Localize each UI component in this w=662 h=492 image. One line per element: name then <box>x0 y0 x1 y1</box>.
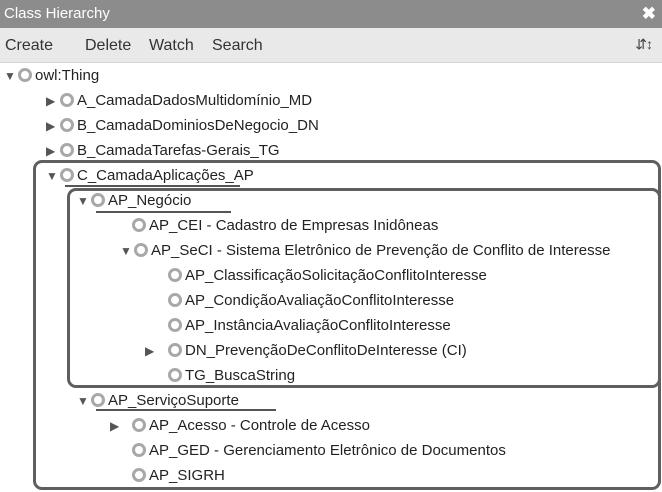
tree-node-ap-sigrh[interactable]: AP_SIGRH <box>132 464 225 488</box>
tree-node-tg-busca[interactable]: TG_BuscaString <box>168 364 295 388</box>
node-label[interactable]: DN_PrevençãoDeConflitoDeInteresse (CI) <box>185 342 467 359</box>
node-label[interactable]: AP_Negócio <box>108 192 191 209</box>
tree-node-ap-condicao[interactable]: AP_CondiçãoAvaliaçãoConflitoInteresse <box>168 289 454 313</box>
delete-button[interactable]: Delete <box>85 37 131 55</box>
expanded-arrow-icon[interactable]: ▼ <box>4 64 18 88</box>
node-label[interactable]: AP_ClassificaçãoSolicitaçãoConflitoInter… <box>185 267 487 284</box>
node-description: - Controle de Acesso <box>226 417 370 434</box>
class-circle-icon <box>60 117 74 132</box>
tree-node-owl-thing[interactable]: ▼ owl:Thing <box>4 64 99 88</box>
node-description: - Gerenciamento Eletrônico de Documentos <box>209 442 506 459</box>
tree-node-b-dominios[interactable]: ▶ B_CamadaDominiosDeNegocio_DN <box>46 114 319 138</box>
node-label[interactable]: AP_InstânciaAvaliaçãoConflitoInteresse <box>185 317 451 334</box>
close-icon[interactable]: ✖ <box>642 0 656 28</box>
collapsed-arrow-icon[interactable]: ▶ <box>145 339 168 363</box>
class-circle-icon <box>168 317 182 332</box>
node-label[interactable]: owl:Thing <box>35 67 99 84</box>
collapsed-arrow-icon[interactable]: ▶ <box>110 414 132 438</box>
node-label[interactable]: AP_SIGRH <box>149 467 225 484</box>
expanded-arrow-icon[interactable]: ▼ <box>77 189 91 213</box>
class-circle-icon <box>18 67 32 82</box>
tree-node-b-tarefas[interactable]: ▶ B_CamadaTarefas-Gerais_TG <box>46 139 280 163</box>
tree-node-a-camada[interactable]: ▶ A_CamadaDadosMultidomínio_MD <box>46 89 312 113</box>
node-label[interactable]: B_CamadaTarefas-Gerais_TG <box>77 142 280 159</box>
node-label[interactable]: AP_GED <box>149 442 210 459</box>
class-circle-icon <box>132 442 146 457</box>
node-label[interactable]: AP_CEI <box>149 217 202 234</box>
node-label[interactable]: AP_Acesso <box>149 417 227 434</box>
tree-node-ap-servico[interactable]: ▼ AP_ServiçoSuporte <box>77 389 239 413</box>
class-circle-icon <box>60 167 74 182</box>
node-label[interactable]: AP_ServiçoSuporte <box>108 392 239 409</box>
node-label[interactable]: C_CamadaAplicações_AP <box>77 167 254 184</box>
class-hierarchy-panel: Class Hierarchy ✖ Create Delete Watch Se… <box>0 0 662 492</box>
class-circle-icon <box>91 192 105 207</box>
class-circle-icon <box>60 142 74 157</box>
class-circle-icon <box>132 417 146 432</box>
expanded-arrow-icon[interactable]: ▼ <box>120 239 134 263</box>
node-label[interactable]: AP_CondiçãoAvaliaçãoConflitoInteresse <box>185 292 454 309</box>
watch-button[interactable]: Watch <box>149 37 194 55</box>
search-button[interactable]: Search <box>212 37 263 55</box>
create-button[interactable]: Create <box>5 37 53 55</box>
collapsed-arrow-icon[interactable]: ▶ <box>46 139 60 163</box>
tree-node-dn-prevencao[interactable]: ▶ DN_PrevençãoDeConflitoDeInteresse (CI) <box>145 339 467 363</box>
tree-node-ap-acesso[interactable]: ▶ AP_Acesso - Controle de Acesso <box>110 414 370 438</box>
title-bar: Class Hierarchy ✖ <box>0 0 662 28</box>
node-label[interactable]: TG_BuscaString <box>185 367 295 384</box>
toolbar: Create Delete Watch Search ⇵↕ <box>0 28 662 63</box>
tree-node-ap-seci[interactable]: ▼ AP_SeCI - Sistema Eletrônico de Prevenç… <box>120 239 610 263</box>
panel-title: Class Hierarchy <box>4 5 110 22</box>
expanded-arrow-icon[interactable]: ▼ <box>46 164 60 188</box>
tree-node-ap-negocio[interactable]: ▼ AP_Negócio <box>77 189 191 213</box>
tree-node-c-aplicacoes[interactable]: ▼ C_CamadaAplicações_AP <box>46 164 254 188</box>
collapsed-arrow-icon[interactable]: ▶ <box>46 89 60 113</box>
class-circle-icon <box>168 342 182 357</box>
class-circle-icon <box>132 217 146 232</box>
node-description: - Cadastro de Empresas Inidôneas <box>202 217 439 234</box>
collapsed-arrow-icon[interactable]: ▶ <box>46 114 60 138</box>
node-label[interactable]: AP_SeCI <box>151 242 213 259</box>
class-circle-icon <box>134 242 148 257</box>
tree-node-ap-instancia[interactable]: AP_InstânciaAvaliaçãoConflitoInteresse <box>168 314 451 338</box>
node-description: - Sistema Eletrônico de Prevenção de Con… <box>212 242 611 259</box>
class-circle-icon <box>168 292 182 307</box>
class-circle-icon <box>168 267 182 282</box>
sort-icon[interactable]: ⇵↕ <box>635 36 653 53</box>
node-label[interactable]: A_CamadaDadosMultidomínio_MD <box>77 92 312 109</box>
class-circle-icon <box>168 367 182 382</box>
node-label[interactable]: B_CamadaDominiosDeNegocio_DN <box>77 117 319 134</box>
expanded-arrow-icon[interactable]: ▼ <box>77 389 91 413</box>
class-circle-icon <box>91 392 105 407</box>
tree-node-ap-classificacao[interactable]: AP_ClassificaçãoSolicitaçãoConflitoInter… <box>168 264 487 288</box>
tree-node-ap-ged[interactable]: AP_GED - Gerenciamento Eletrônico de Doc… <box>132 439 506 463</box>
class-tree: ▼ owl:Thing ▶ A_CamadaDadosMultidomínio_MD… <box>0 62 662 492</box>
class-circle-icon <box>132 467 146 482</box>
tree-node-ap-cei[interactable]: AP_CEI - Cadastro de Empresas Inidôneas <box>132 214 438 238</box>
class-circle-icon <box>60 92 74 107</box>
